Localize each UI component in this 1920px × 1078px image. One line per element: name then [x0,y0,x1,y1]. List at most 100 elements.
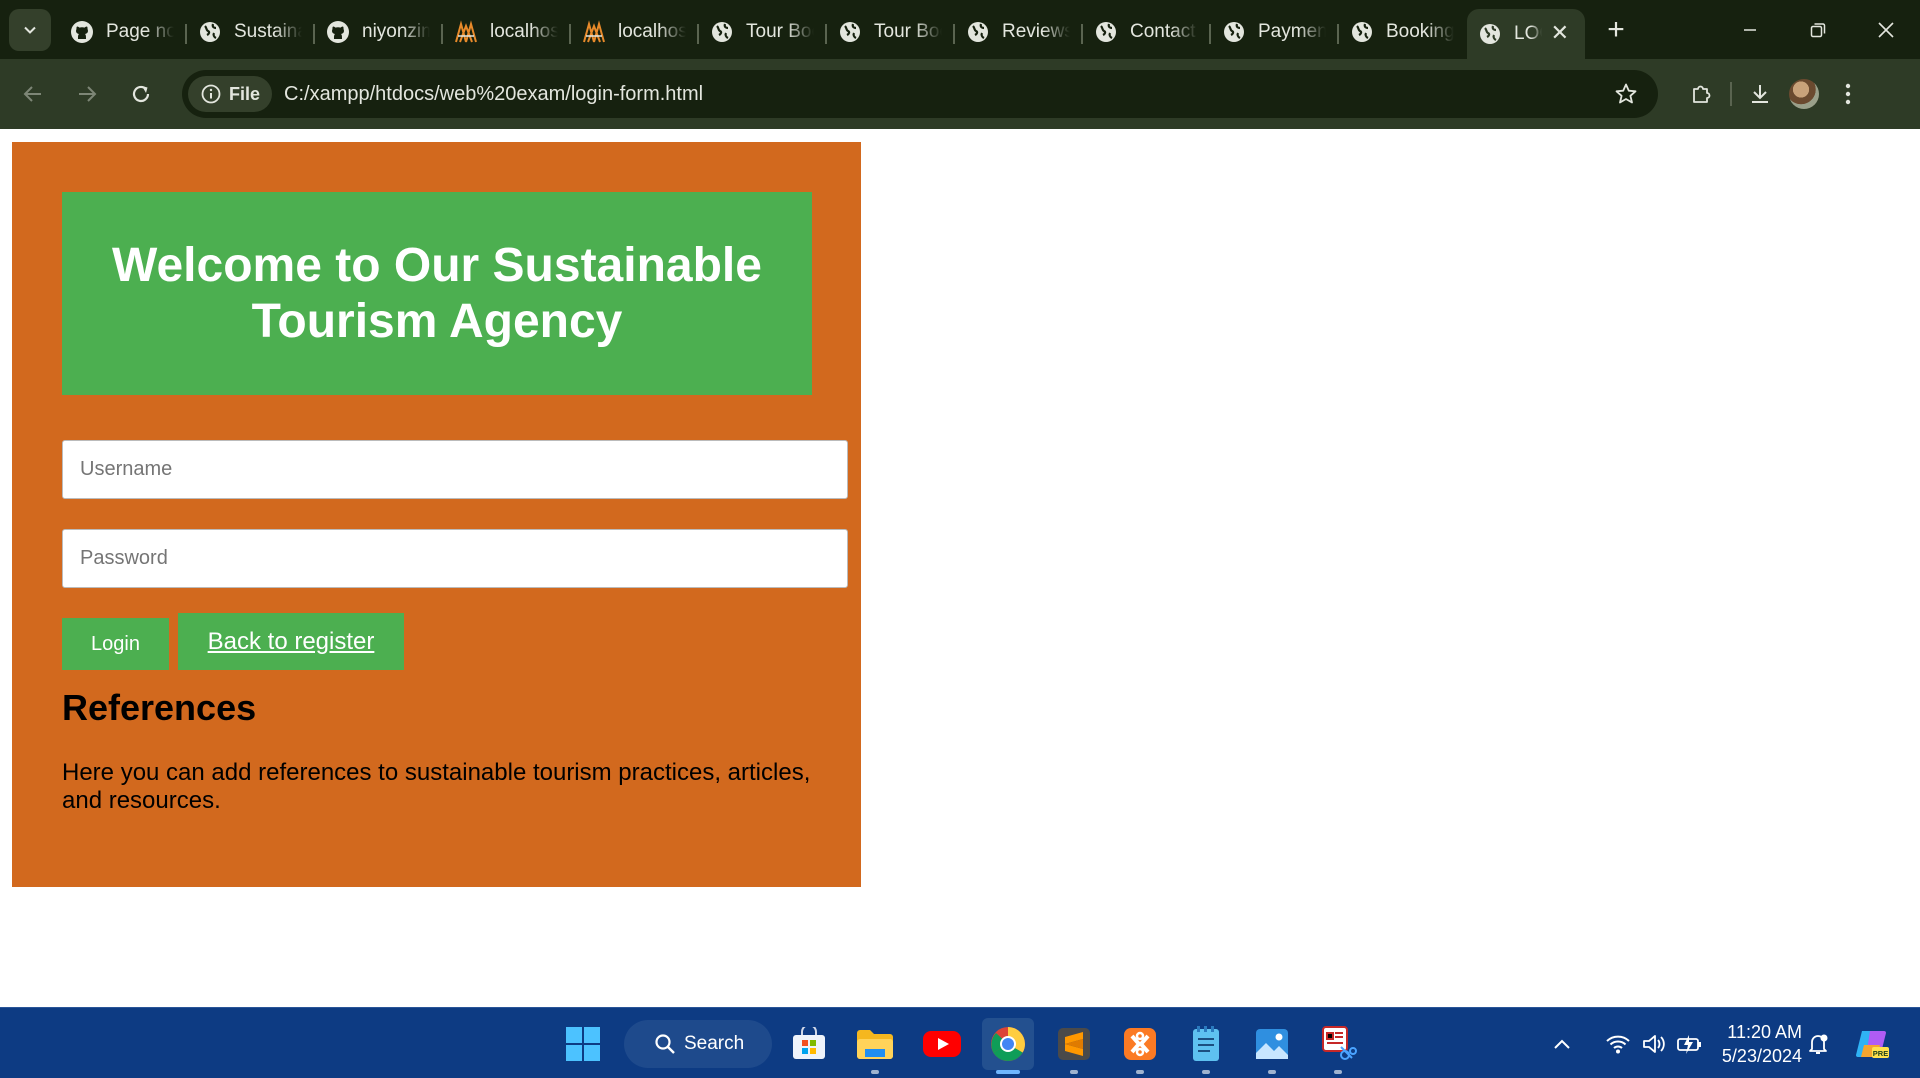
tab-title: Reviews [1002,20,1070,42]
tab-active[interactable]: LOGIN ✕ [1467,9,1585,59]
tab[interactable]: Reviews [955,9,1083,55]
close-tab-icon[interactable]: ✕ [1551,22,1569,44]
menu-button[interactable] [1826,72,1870,116]
window-controls [1716,0,1920,59]
globe-icon [1350,20,1374,44]
search-label: Search [684,1033,745,1054]
username-input[interactable] [62,440,848,499]
system-tray [1540,1008,1712,1078]
tab-search-button[interactable] [9,8,51,51]
tab[interactable]: Sustainable [187,9,315,55]
address-bar[interactable]: File C:/xampp/htdocs/web%20exam/login-fo… [182,70,1658,118]
running-indicator [1202,1070,1210,1074]
taskbar-clock[interactable]: 11:20 AM 5/23/2024 [1710,1020,1802,1068]
tab[interactable]: niyonzima [315,9,443,55]
tab-title: localhost [618,20,686,42]
tab-title: LOGIN [1514,23,1542,44]
notifications-button[interactable] [1796,1022,1840,1066]
wifi-icon [1606,1035,1630,1053]
star-icon [1615,83,1637,104]
login-button[interactable]: Login [62,618,169,670]
minimize-button[interactable] [1716,0,1784,59]
volume-icon [1643,1034,1665,1053]
file-explorer-app[interactable] [849,1018,901,1074]
downloads-button[interactable] [1738,72,1782,116]
running-indicator [1136,1070,1144,1074]
puzzle-icon [1693,85,1711,103]
back-button[interactable] [11,72,55,116]
reload-icon [132,85,150,103]
minimize-icon [1744,28,1756,31]
forward-button[interactable] [65,72,109,116]
tab-title: Tour Booking [874,20,942,42]
info-icon [201,84,221,104]
bookmark-star-button[interactable] [1614,82,1638,111]
download-icon [1752,85,1768,103]
windows-logo-icon [566,1027,600,1061]
new-tab-button[interactable]: + [1595,9,1637,51]
tab[interactable]: Payment [1211,9,1339,55]
windows-taskbar: Search 11:20 AM 5/23/2024 PRE [0,1007,1920,1078]
close-window-button[interactable] [1852,0,1920,59]
site-info-chip[interactable]: File [188,76,273,112]
toolbar-divider [1730,82,1732,106]
globe-icon [838,20,862,44]
restore-button[interactable] [1784,0,1852,59]
tab-list: Page not found Sustainable niyonzima loc… [59,0,1585,59]
extensions-button[interactable] [1680,72,1724,116]
notepad-app[interactable] [1180,1018,1232,1074]
login-container: Welcome to Our Sustainable Tourism Agenc… [12,142,861,887]
bell-icon [1809,1034,1828,1054]
page-viewport: Welcome to Our Sustainable Tourism Agenc… [0,129,1920,1007]
store-icon [793,1027,825,1059]
tab[interactable]: Page not found [59,9,187,55]
snipping-tool-icon [1322,1026,1357,1060]
toolbar-right [1680,59,1870,129]
youtube-app[interactable] [916,1018,968,1070]
microsoft-store-app[interactable] [783,1018,835,1070]
tab-title: Booking [1386,20,1454,42]
copilot-button[interactable]: PRE [1850,1022,1894,1066]
clock-date: 5/23/2024 [1721,1046,1802,1066]
show-hidden-icons-button[interactable] [1540,1022,1584,1066]
tab-title: Contact [1130,20,1196,42]
avatar [1789,79,1819,109]
chrome-icon [991,1027,1025,1061]
password-input[interactable] [62,529,848,588]
tab[interactable]: Tour Booking [699,9,827,55]
globe-icon [710,20,734,44]
references-text: Here you can add references to sustainab… [62,759,811,814]
sublime-text-app[interactable] [1048,1018,1100,1074]
globe-icon [1094,20,1118,44]
site-info-label: File [229,83,261,104]
close-icon [1878,21,1894,38]
references-heading: References [62,687,257,728]
xampp-icon [454,19,478,44]
tab[interactable]: Tour Booking [827,9,955,55]
github-icon [326,20,350,44]
url-text[interactable]: C:/xampp/htdocs/web%20exam/login-form.ht… [284,83,703,106]
tab[interactable]: localhost [571,9,699,55]
taskbar-search[interactable]: Search [624,1020,772,1068]
tab[interactable]: Booking [1339,9,1467,55]
xampp-icon [1124,1028,1156,1060]
battery-button[interactable] [1668,1022,1712,1066]
reload-button[interactable] [119,72,163,116]
hero-banner: Welcome to Our Sustainable Tourism Agenc… [62,192,812,395]
tab-title: Page not found [106,20,174,42]
chrome-app[interactable] [982,1018,1034,1074]
copilot-icon: PRE [1856,1030,1889,1058]
restore-icon [1810,22,1826,37]
photos-icon [1256,1029,1288,1059]
svg-text:PRE: PRE [1873,1049,1888,1058]
clock-time: 11:20 AM [1727,1022,1802,1042]
profile-button[interactable] [1782,72,1826,116]
photos-app[interactable] [1246,1018,1298,1074]
xampp-control-app[interactable] [1114,1018,1166,1074]
back-to-register-link[interactable]: Back to register [178,613,404,670]
notepad-icon [1193,1026,1219,1061]
tab[interactable]: Contact [1083,9,1211,55]
tab[interactable]: localhost [443,9,571,55]
snipping-tool-app[interactable] [1312,1018,1364,1074]
start-button[interactable] [557,1018,609,1070]
